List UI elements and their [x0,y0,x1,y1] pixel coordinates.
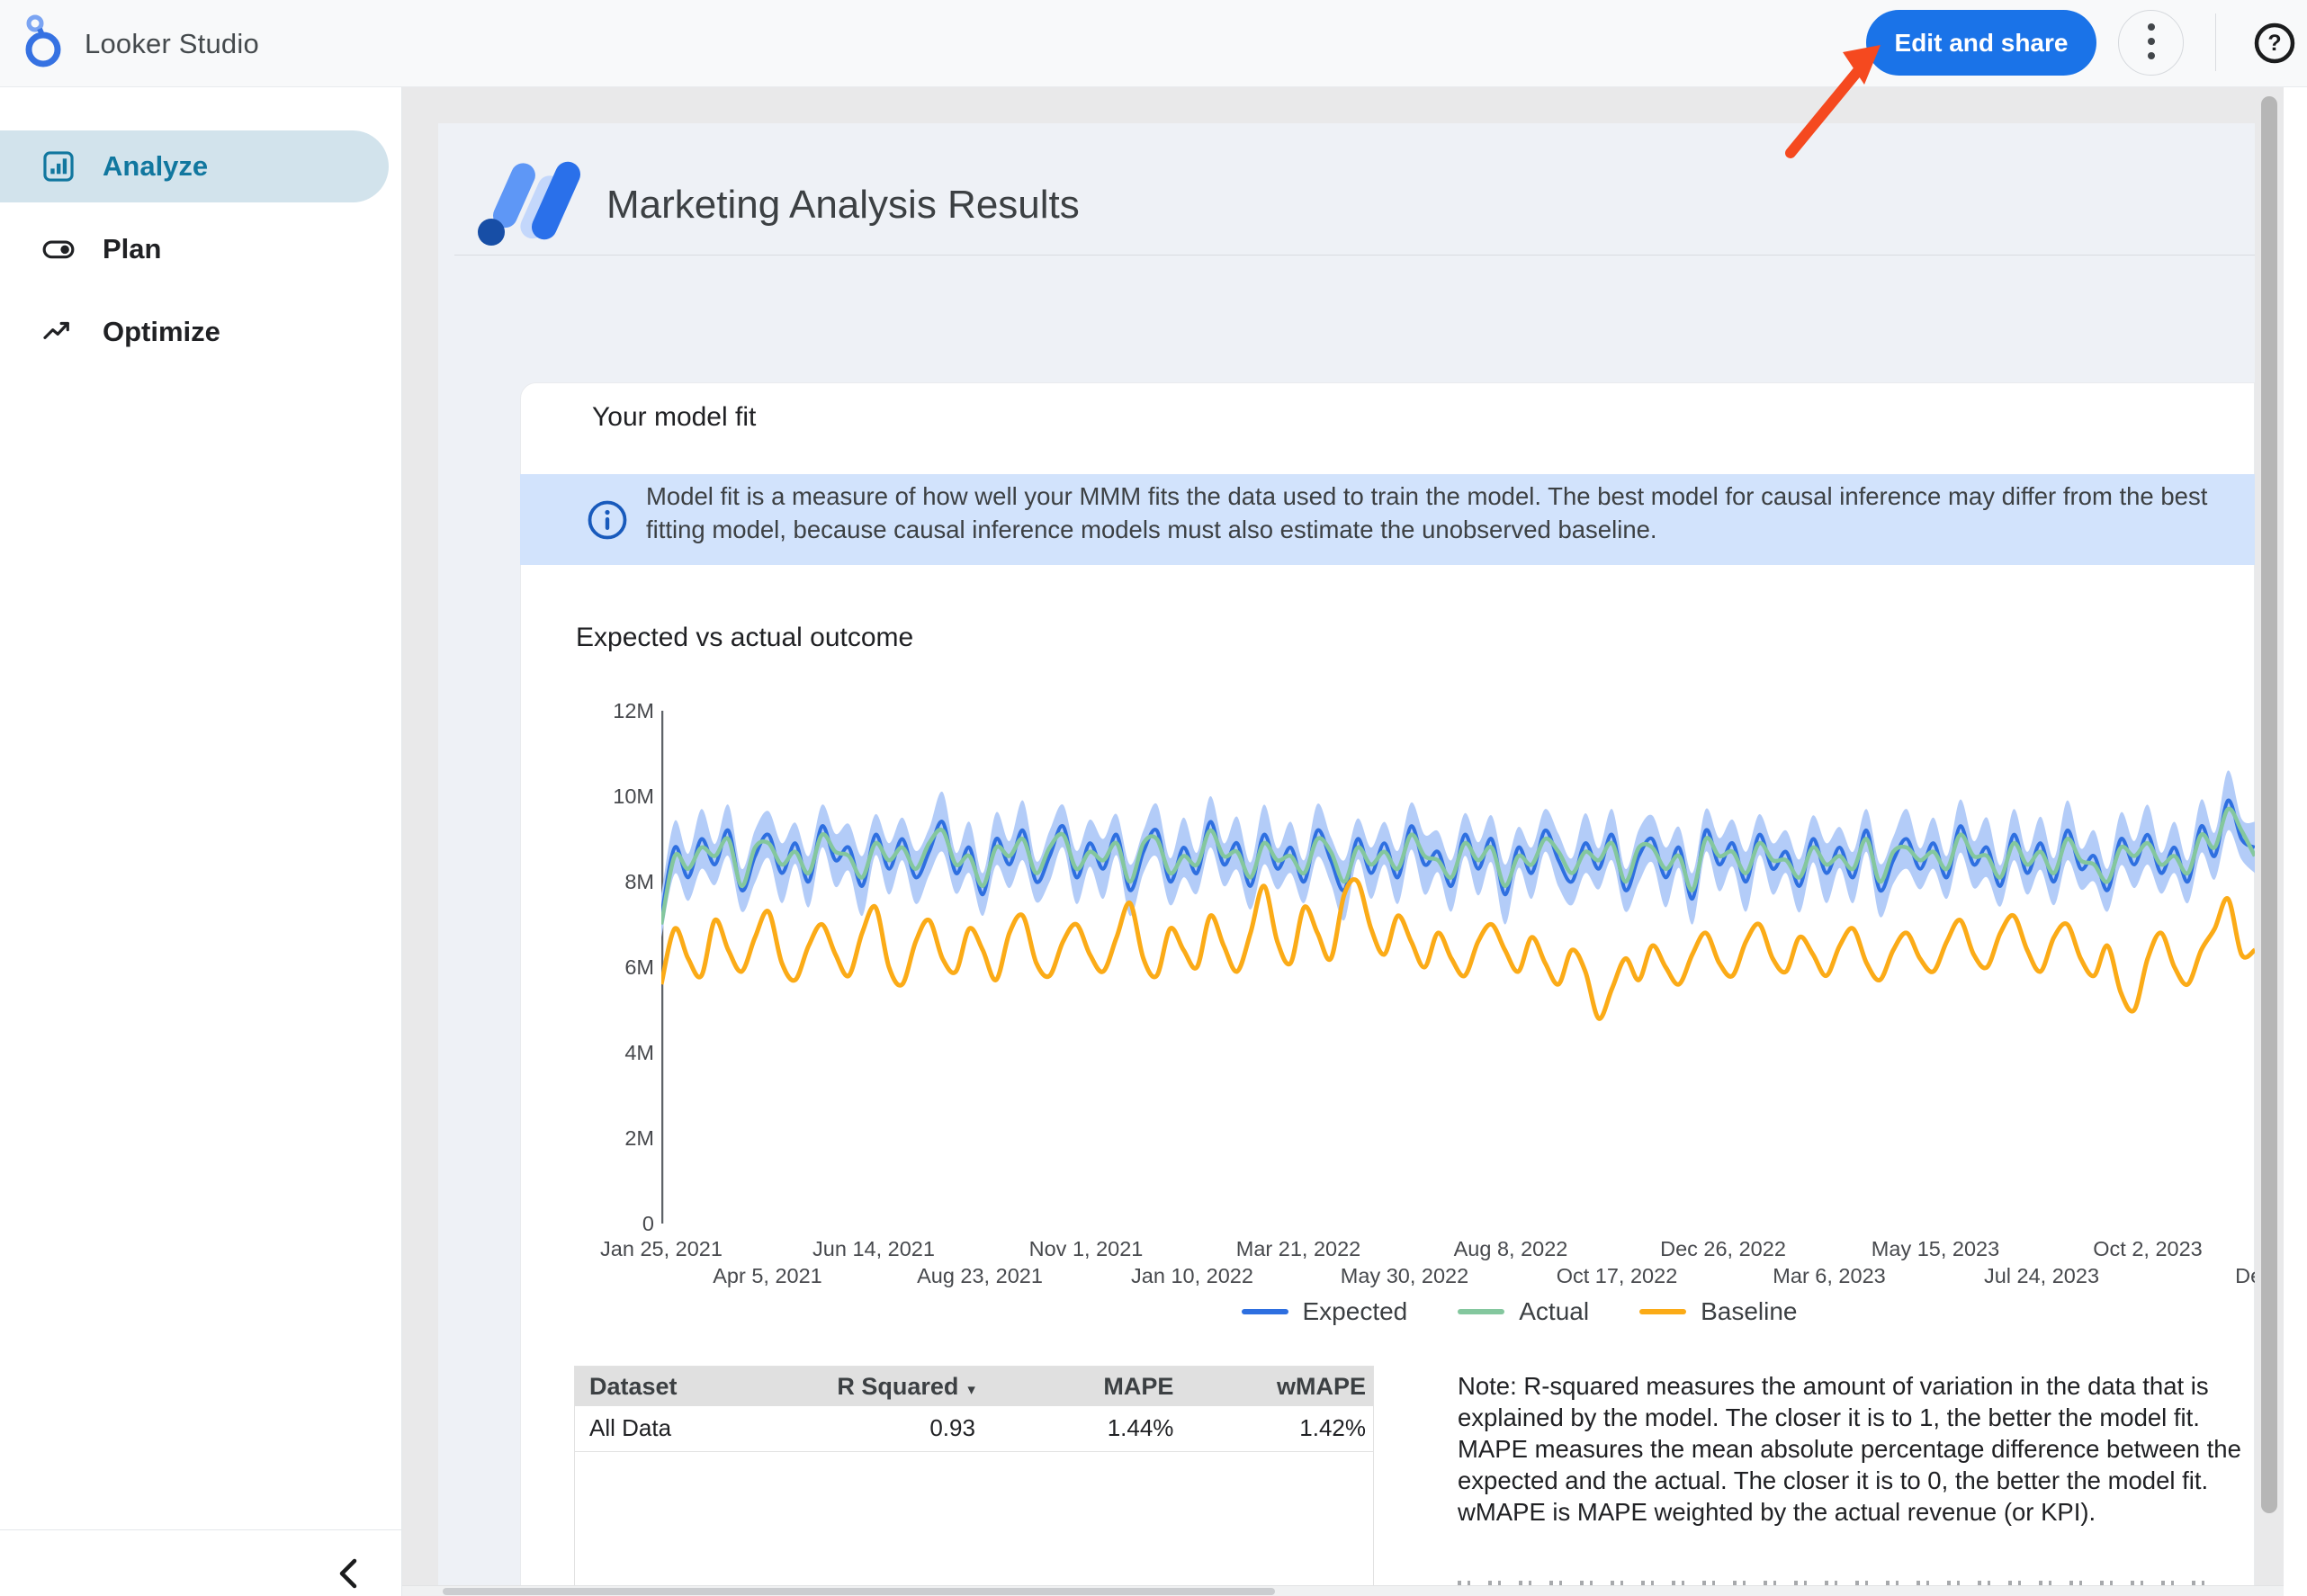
sort-desc-icon: ▾ [967,1381,975,1398]
chart-title: Expected vs actual outcome [576,623,913,653]
legend-swatch [1639,1309,1686,1315]
x-axis-tick: Aug 8, 2022 [1425,1237,1596,1261]
x-axis-tick: Oct 2, 2023 [2062,1237,2233,1261]
toggle-icon [41,232,76,266]
right-edge [2284,87,2307,1596]
sidebar-collapse-button[interactable] [326,1552,371,1596]
y-axis-tick: 8M [438,870,654,893]
vertical-scrollbar-thumb[interactable] [2261,96,2277,1513]
legend-item-baseline: Baseline [1639,1297,1797,1326]
x-axis-tick: Jun 14, 2021 [788,1237,959,1261]
legend-item-actual: Actual [1458,1297,1589,1326]
help-icon: ? [2253,54,2296,67]
table-header-mape[interactable]: MAPE [1015,1367,1198,1406]
report-header: Marketing Analysis Results [477,157,1080,252]
sidebar-item-analyze[interactable]: Analyze [0,130,389,202]
y-axis-tick: 12M [438,699,654,722]
sidebar-item-optimize[interactable]: Optimize [0,296,389,368]
sidebar: Analyze Plan Optimize [0,87,402,1596]
sidebar-item-label: Optimize [103,316,220,348]
sidebar-divider [0,1529,401,1530]
table-header-wmape[interactable]: wMAPE [1198,1367,1373,1406]
note-text: Note: R-squared measures the amount of v… [1458,1370,2255,1528]
edit-and-share-button[interactable]: Edit and share [1866,10,2096,76]
kebab-menu-button[interactable] [2118,10,2184,76]
table-row: All Data0.931.44%1.42% [575,1406,1373,1451]
legend-item-expected: Expected [1242,1297,1408,1326]
x-axis-tick: Jan 10, 2022 [1107,1264,1278,1288]
x-axis-tick: Oct 17, 2022 [1531,1264,1702,1288]
table-cell: All Data [575,1406,812,1451]
main-content: Marketing Analysis Results Your model fi… [402,87,2307,1596]
x-axis-tick: Nov 1, 2021 [1001,1237,1171,1261]
x-axis-tick: May 15, 2023 [1850,1237,2021,1261]
legend-swatch [1458,1309,1504,1315]
y-axis-tick: 10M [438,785,654,808]
analyze-chart-icon [41,149,76,184]
legend-label: Expected [1303,1297,1408,1326]
x-axis-tick: Jan 25, 2021 [576,1237,747,1261]
x-axis-tick: Dec [2168,1264,2255,1288]
legend-label: Baseline [1701,1297,1797,1326]
table-header-r-squared[interactable]: R Squared▾ [812,1367,1015,1406]
looker-logo-icon [23,12,63,76]
legend-label: Actual [1519,1297,1589,1326]
x-axis-tick: Mar 6, 2023 [1744,1264,1915,1288]
x-axis-tick: Dec 26, 2022 [1638,1237,1809,1261]
report-canvas: Marketing Analysis Results Your model fi… [438,123,2255,1589]
title-divider [454,255,2255,256]
app-brand: Looker Studio [23,0,259,87]
x-axis-tick: Mar 21, 2022 [1213,1237,1384,1261]
looker-studio-screen: Looker Studio Edit and share ? Analy [0,0,2307,1596]
top-bar: Looker Studio Edit and share ? [0,0,2307,87]
chart-legend: Expected Actual Baseline [723,1297,2255,1326]
x-axis-tick: May 30, 2022 [1319,1264,1490,1288]
horizontal-scrollbar-thumb[interactable] [443,1588,1275,1595]
info-icon [587,499,628,545]
report-title: Marketing Analysis Results [606,183,1080,228]
table-cell: 1.42% [1198,1406,1373,1451]
sidebar-item-plan[interactable]: Plan [0,213,389,285]
y-axis-tick: 4M [438,1041,654,1064]
help-button[interactable]: ? [2253,22,2296,65]
app-title: Looker Studio [85,28,259,60]
model-fit-chart [661,711,2255,1224]
model-fit-table: DatasetR Squared▾MAPEwMAPE All Data0.931… [574,1366,1374,1589]
chevron-left-icon [333,1583,364,1596]
card-heading: Your model fit [592,402,756,433]
table-header-dataset[interactable]: Dataset [575,1367,812,1406]
table-cell: 1.44% [1015,1406,1198,1451]
y-axis-tick: 0 [438,1212,654,1235]
topbar-divider [2215,13,2216,71]
table-cell: 0.93 [812,1406,1015,1451]
sidebar-item-label: Analyze [103,150,208,183]
y-axis-tick: 2M [438,1126,654,1150]
y-axis-tick: 6M [438,955,654,979]
horizontal-scrollbar-track[interactable] [402,1585,2284,1596]
meridian-logo [477,157,583,252]
x-axis-tick: Aug 23, 2021 [894,1264,1065,1288]
x-axis-tick: Apr 5, 2021 [682,1264,853,1288]
kebab-menu-icon [2147,22,2156,63]
trending-up-icon [41,315,76,349]
x-axis-tick: Jul 24, 2023 [1956,1264,2127,1288]
svg-text:?: ? [2267,31,2281,56]
info-banner-text: Model fit is a measure of how well your … [646,480,2255,546]
sidebar-item-label: Plan [103,233,161,265]
legend-swatch [1242,1309,1288,1315]
